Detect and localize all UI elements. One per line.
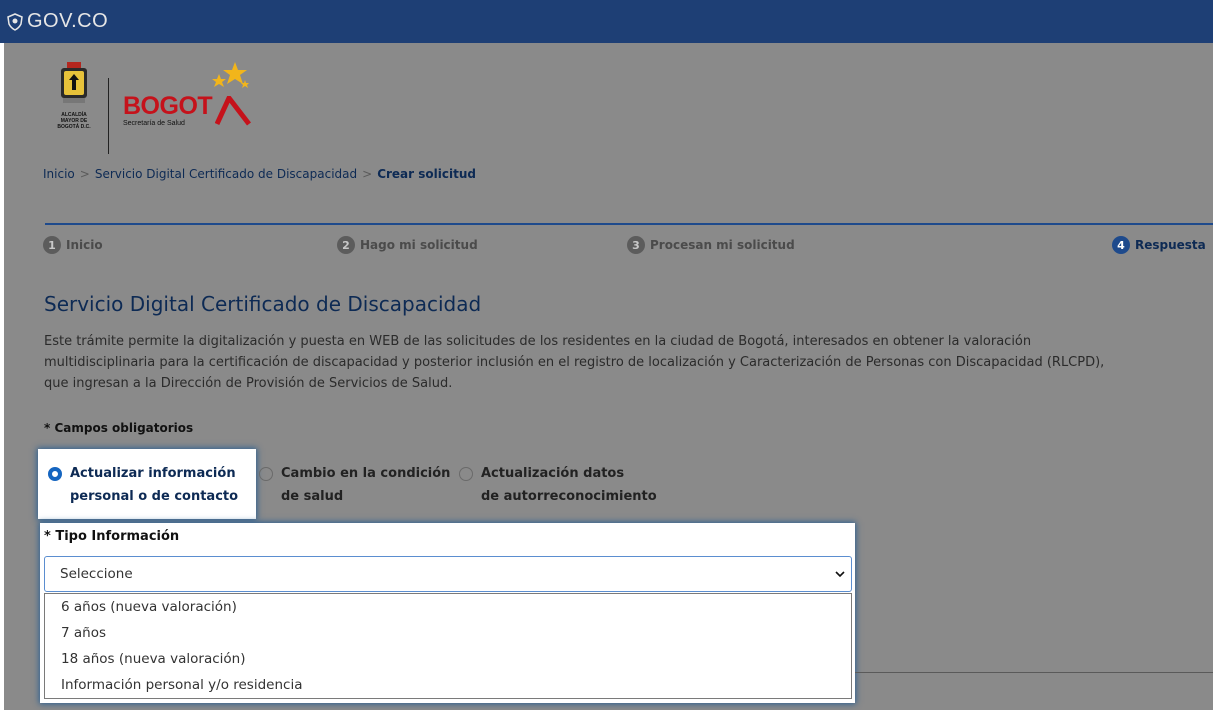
select-options-list: 6 años (nueva valoración) 7 años 18 años… [44,593,852,699]
gov-co-link[interactable]: GOV.CO [27,10,108,33]
alcaldia-logo[interactable]: ALCALDÍA MAYOR DE BOGOTÁ D.C. [52,60,96,144]
radio-unchecked-indicator[interactable] [259,467,273,481]
logo-divider [108,78,109,154]
select-value: Seleccione [60,566,133,582]
breadcrumb: Inicio > Servicio Digital Certificado de… [43,167,476,181]
breadcrumb-current: Crear solicitud [377,167,476,181]
coat-of-arms-icon [61,62,87,103]
page-title: Servicio Digital Certificado de Discapac… [44,292,482,316]
radio-label: Actualizar información [70,466,236,481]
select-option[interactable]: 7 años [45,620,851,646]
step-label: Procesan mi solicitud [650,238,795,252]
step-number: 4 [1112,236,1130,254]
bogota-a-mark [215,96,251,126]
chevron-down-icon [835,571,845,578]
step-label: Respuesta [1135,238,1206,252]
select-option[interactable]: Información personal y/o residencia [45,672,851,698]
stepper-line [45,223,1213,225]
alcaldia-text: ALCALDÍA MAYOR DE BOGOTÁ D.C. [57,112,91,130]
radio-label: Actualización datos [481,466,625,481]
radio-actualizar-informacion[interactable]: Actualizar información personal o de con… [48,462,238,508]
radio-cambio-condicion[interactable]: Cambio en la condición de salud [259,462,450,508]
radio-actualizacion-datos[interactable]: Actualización datos de autorreconocimien… [459,462,657,508]
header-logos: ALCALDÍA MAYOR DE BOGOTÁ D.C. BOGOT Secr… [52,60,253,154]
breadcrumb-separator: > [362,167,373,181]
step-label: Hago mi solicitud [360,238,478,252]
radio-label: de salud [281,489,344,504]
tipo-informacion-select[interactable]: Seleccione [44,556,852,592]
radio-label: de autorreconocimiento [481,489,657,504]
shield-icon [7,12,23,31]
divider-line [855,672,1213,673]
breadcrumb-servicio[interactable]: Servicio Digital Certificado de Discapac… [95,167,357,181]
tipo-informacion-panel: * Tipo Información Seleccione 6 años (nu… [40,523,855,703]
radio-label: personal o de contacto [70,489,239,504]
radio-label: Cambio en la condición [281,466,451,481]
page-description: Este trámite permite la digitalización y… [44,334,1105,391]
step-inicio: 1 Inicio [43,236,103,254]
left-edge-strip [0,43,4,710]
step-hago-mi-solicitud: 2 Hago mi solicitud [337,236,478,254]
required-fields-note: * Campos obligatorios [44,421,194,435]
select-option[interactable]: 6 años (nueva valoración) [45,594,851,620]
radio-checked-indicator[interactable] [48,467,62,481]
bogota-logo[interactable]: BOGOT Secretaría de Salud [123,60,253,144]
tipo-informacion-label: * Tipo Información [44,529,180,544]
step-number: 3 [627,236,645,254]
gov-co-bar: GOV.CO [0,0,1213,43]
step-label: Inicio [66,238,103,252]
breadcrumb-separator: > [79,167,90,181]
select-option[interactable]: 18 años (nueva valoración) [45,646,851,672]
step-number: 1 [43,236,61,254]
step-procesan-mi-solicitud: 3 Procesan mi solicitud [627,236,795,254]
step-respuesta: 4 Respuesta [1112,236,1206,254]
bogota-wordmark: BOGOT [123,92,213,120]
radio-unchecked-indicator[interactable] [459,467,473,481]
step-number: 2 [337,236,355,254]
stars-icon [212,62,249,88]
breadcrumb-inicio[interactable]: Inicio [43,167,75,181]
secretaria-text: Secretaría de Salud [123,120,185,127]
